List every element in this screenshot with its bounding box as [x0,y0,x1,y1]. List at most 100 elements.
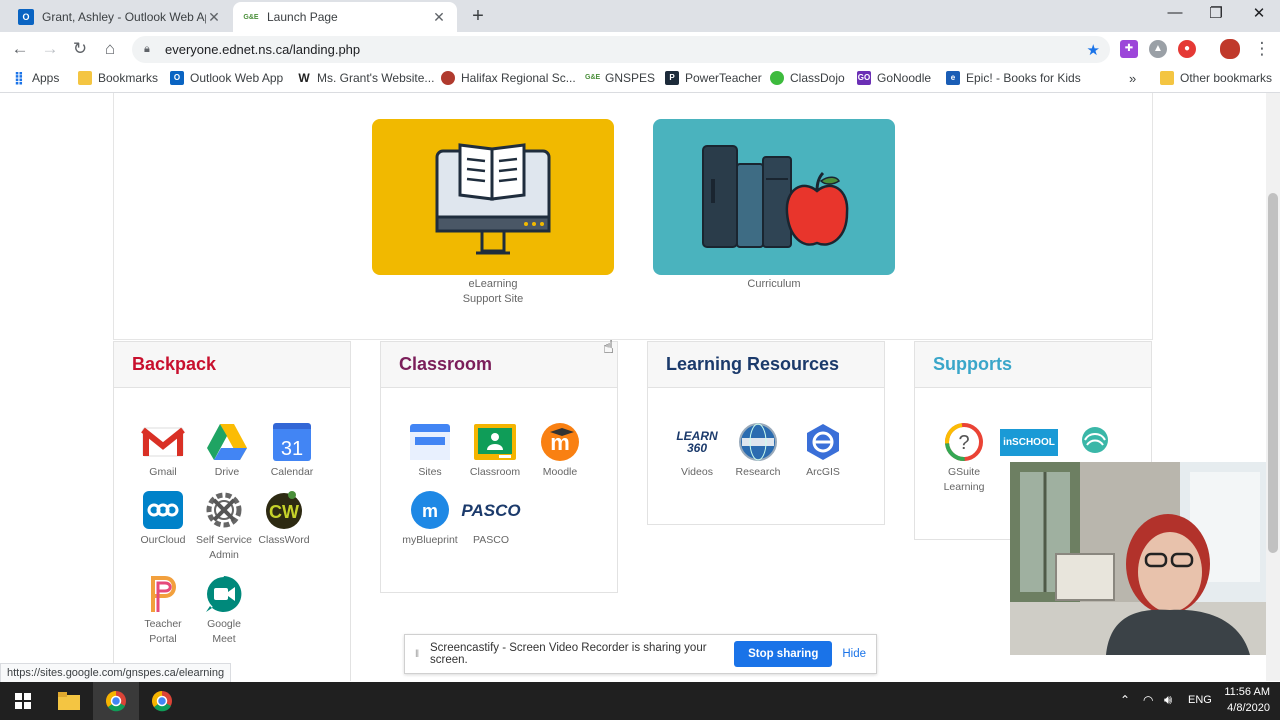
menu-kebab-icon[interactable]: ⋮ [1252,39,1272,59]
screencastify-icon[interactable]: ● [1178,40,1196,58]
close-icon[interactable]: ✕ [431,9,447,26]
app-pasco[interactable]: PASCO PASCO [459,490,523,548]
volume-icon[interactable]: 🔊︎ [1164,692,1172,708]
app-label: Google [207,618,241,630]
app-ourcloud[interactable]: OurCloud [131,490,195,548]
minimize-button[interactable]: — [1152,4,1198,21]
computer-book-icon [435,143,551,255]
back-icon[interactable]: ← [10,39,30,59]
chrome-taskbar-icon[interactable] [93,682,139,720]
app-drive[interactable]: Drive [195,422,259,480]
app-self-service[interactable]: Self Service Admin [192,490,256,563]
outlook-icon: O [170,71,184,85]
app-label: Learning [943,481,985,493]
bookmark-ms-grant-website[interactable]: W Ms. Grant's Website... [297,71,434,85]
app-arcgis[interactable]: ArcGIS [791,422,855,480]
chevron-up-icon[interactable]: ⌃ [1120,693,1130,707]
app-gsuite-learning[interactable]: ? GSuite Learning [932,422,996,495]
calendar-icon: 31 [270,422,314,462]
app-calendar[interactable]: 31 Calendar [260,422,324,480]
question-help-icon: ? [942,422,986,462]
app-myblueprint[interactable]: m myBlueprint [398,490,462,548]
scrollbar-thumb[interactable] [1268,193,1278,553]
bookmark-outlook[interactable]: O Outlook Web App [170,71,283,85]
extension-puzzle-icon[interactable]: ✚ [1120,40,1138,58]
bookmark-label: ClassDojo [790,71,845,85]
gmail-icon [141,422,185,462]
reload-icon[interactable]: ↻ [70,39,90,59]
window-close-button[interactable]: ✕ [1236,4,1280,22]
tab-outlook[interactable]: O Grant, Ashley - Outlook Web App ✕ [8,2,232,32]
bookmark-star-icon[interactable]: ★ [1087,41,1100,59]
bookmark-halifax[interactable]: Halifax Regional Sc... [441,71,576,85]
learning-resources-title: Learning Resources [648,342,884,388]
pasco-logo-text: PASCO [461,500,521,520]
lock-icon: 🔒︎ [144,43,150,55]
bookmark-powerteacher[interactable]: P PowerTeacher [665,71,762,85]
bookmark-label: PowerTeacher [685,71,762,85]
screencastify-sharing-bar: ‖ Screencastify - Screen Video Recorder … [404,634,877,674]
bookmark-gnspes[interactable]: G&E GNSPES [585,71,655,85]
new-tab-button[interactable]: + [466,5,490,28]
app-classword[interactable]: CW ClassWord [252,490,316,548]
chevron-double-right-icon[interactable]: » [1129,71,1136,86]
bookmark-epic[interactable]: e Epic! - Books for Kids [946,71,1081,85]
bookmark-label: Outlook Web App [190,71,284,85]
backpack-panel: Backpack Gmail Drive 31 Calendar OurClou… [113,341,351,681]
file-explorer-icon[interactable] [46,682,92,720]
extension-drive-icon[interactable]: ▲ [1149,40,1167,58]
chrome-taskbar-icon-2[interactable] [139,682,185,720]
elearning-tile[interactable] [372,119,614,275]
hide-button[interactable]: Hide [842,648,866,660]
app-research[interactable]: Research [726,422,790,480]
gnspes-icon: G&E [243,13,259,21]
app-label: Sites [418,466,442,478]
webcam-video-frame [1010,462,1266,655]
home-icon[interactable]: ⌂ [100,39,120,59]
bookmark-classdojo[interactable]: ClassDojo [770,71,845,85]
system-time[interactable]: 11:56 AM [1222,686,1270,698]
bookmark-gonoodle[interactable]: GO GoNoodle [857,71,931,85]
app-sites[interactable]: Sites [398,422,462,480]
stop-sharing-button[interactable]: Stop sharing [734,641,833,667]
page-scrollbar[interactable] [1266,93,1280,681]
windows-start-icon[interactable] [0,682,46,720]
pasco-logo: PASCO [461,490,520,530]
app-videos[interactable]: LEARN 360 Videos [665,422,729,480]
wifi-icon[interactable]: ◠ [1143,693,1153,707]
tab-launch-page[interactable]: G&E Launch Page ✕ [233,2,457,32]
forward-icon[interactable]: → [40,39,60,59]
learn360-icon: LEARN 360 [675,422,719,462]
tile-label-line: Support Site [462,293,524,305]
tile-label-line: Curriculum [747,278,801,290]
app-inschool[interactable]: inSCHOOL [997,422,1061,465]
app-classroom[interactable]: Classroom [463,422,527,480]
app-moodle[interactable]: m Moodle [528,422,592,480]
bookmark-label: Bookmarks [98,71,159,85]
app-gmail[interactable]: Gmail [131,422,195,480]
svg-text:?: ? [958,432,969,454]
app-teacher-portal[interactable]: Teacher Portal [131,574,195,647]
bookmark-bookmarks[interactable]: Bookmarks [78,71,158,85]
system-date[interactable]: 4/8/2020 [1222,702,1270,714]
webcam-overlay[interactable] [1010,462,1266,655]
bookmark-other[interactable]: Other bookmarks [1160,71,1272,85]
app-label: Research [735,466,781,478]
app-inclusive-education[interactable] [1063,422,1127,465]
app-google-meet[interactable]: Google Meet [192,574,256,647]
language-indicator[interactable]: ENG [1188,694,1212,706]
bookmark-apps[interactable]: ⣿ Apps [12,71,59,86]
app-label: Meet [212,633,236,645]
avatar[interactable] [1220,39,1240,59]
close-icon[interactable]: ✕ [206,9,222,26]
curriculum-tile[interactable] [653,119,895,275]
arcgis-icon [801,422,845,462]
drag-handle-icon[interactable]: ‖ [415,649,425,660]
restore-button[interactable]: ❐ [1193,4,1239,22]
address-bar[interactable]: 🔒︎ everyone.ednet.ns.ca/landing.php ★ [132,36,1110,63]
books-apple-icon [702,145,849,248]
browser-toolbar: ← → ↻ ⌂ 🔒︎ everyone.ednet.ns.ca/landing.… [0,32,1280,66]
hrce-icon [441,71,455,85]
myblueprint-icon: m [408,490,452,530]
classdojo-icon [770,71,784,85]
